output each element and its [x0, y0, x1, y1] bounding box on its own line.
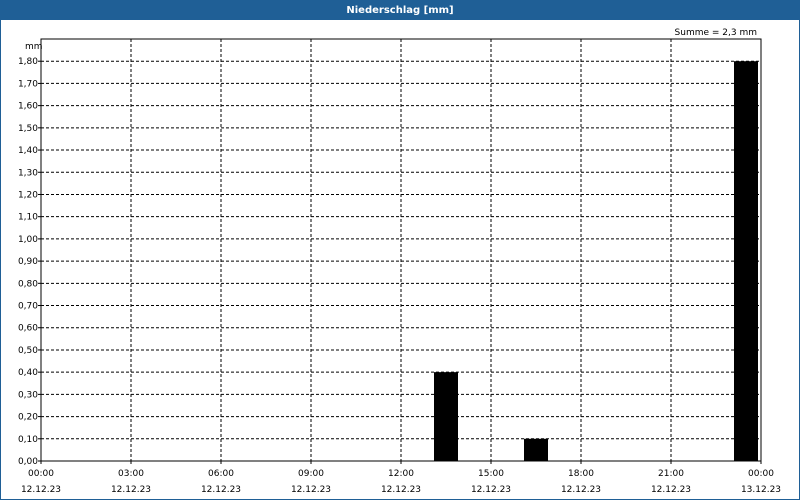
- chart-title: Niederschlag [mm]: [1, 1, 799, 20]
- x-tick-date-label: 12.12.23: [651, 485, 691, 495]
- y-tick-label: 0,90: [18, 257, 38, 267]
- x-tick-time-label: 06:00: [208, 469, 234, 479]
- x-tick-time-label: 21:00: [658, 469, 684, 479]
- y-tick-label: 1,20: [18, 190, 38, 200]
- x-tick-date-label: 12.12.23: [21, 485, 61, 495]
- y-tick-label: 0,70: [18, 302, 38, 312]
- y-axis-unit-label: mm: [25, 42, 43, 52]
- x-tick-date-label: 12.12.23: [561, 485, 601, 495]
- x-tick-time-label: 09:00: [298, 469, 324, 479]
- y-tick-label: 1,60: [18, 102, 38, 112]
- x-tick-time-label: 15:00: [478, 469, 504, 479]
- y-tick-label: 1,50: [18, 124, 38, 134]
- y-tick-label: 0,30: [18, 390, 38, 400]
- x-tick-time-label: 18:00: [568, 469, 594, 479]
- precipitation-chart: mm Summe = 2,3 mm 0,00 0,10 0,20 0,30 0,40 0,…: [18, 28, 781, 495]
- x-tick-date-label: 12.12.23: [111, 485, 151, 495]
- precipitation-bar: [434, 372, 458, 461]
- precipitation-bar: [734, 61, 758, 462]
- x-tick-time-label: 00:00: [748, 469, 774, 479]
- x-tick-time-label: 12:00: [388, 469, 414, 479]
- x-tick-date-label: 12.12.23: [291, 485, 331, 495]
- y-tick-label: 1,80: [18, 57, 38, 67]
- y-tick-label: 0,50: [18, 346, 38, 356]
- y-tick-label: 0,40: [18, 368, 38, 378]
- y-tick-label: 0,80: [18, 279, 38, 289]
- x-tick-date-label: 12.12.23: [471, 485, 511, 495]
- y-tick-label: 0,00: [18, 457, 38, 467]
- chart-window: Niederschlag [mm] mm Summe = 2,3 mm 0,00…: [0, 0, 800, 500]
- y-tick-label: 1,70: [18, 79, 38, 89]
- y-tick-label: 0,20: [18, 413, 38, 423]
- y-tick-label: 0,10: [18, 435, 38, 445]
- y-tick-label: 1,30: [18, 168, 38, 178]
- precipitation-bar: [524, 438, 548, 461]
- x-tick-time-label: 03:00: [118, 469, 144, 479]
- x-tick-date-label: 12.12.23: [201, 485, 241, 495]
- y-tick-label: 1,00: [18, 235, 38, 245]
- x-tick-time-label: 00:00: [28, 469, 54, 479]
- y-tick-label: 1,40: [18, 146, 38, 156]
- sum-annotation: Summe = 2,3 mm: [675, 28, 757, 38]
- x-tick-date-label: 13.12.23: [741, 485, 781, 495]
- x-tick-date-label: 12.12.23: [381, 485, 421, 495]
- y-tick-label: 0,60: [18, 324, 38, 334]
- y-tick-label: 1,10: [18, 213, 38, 223]
